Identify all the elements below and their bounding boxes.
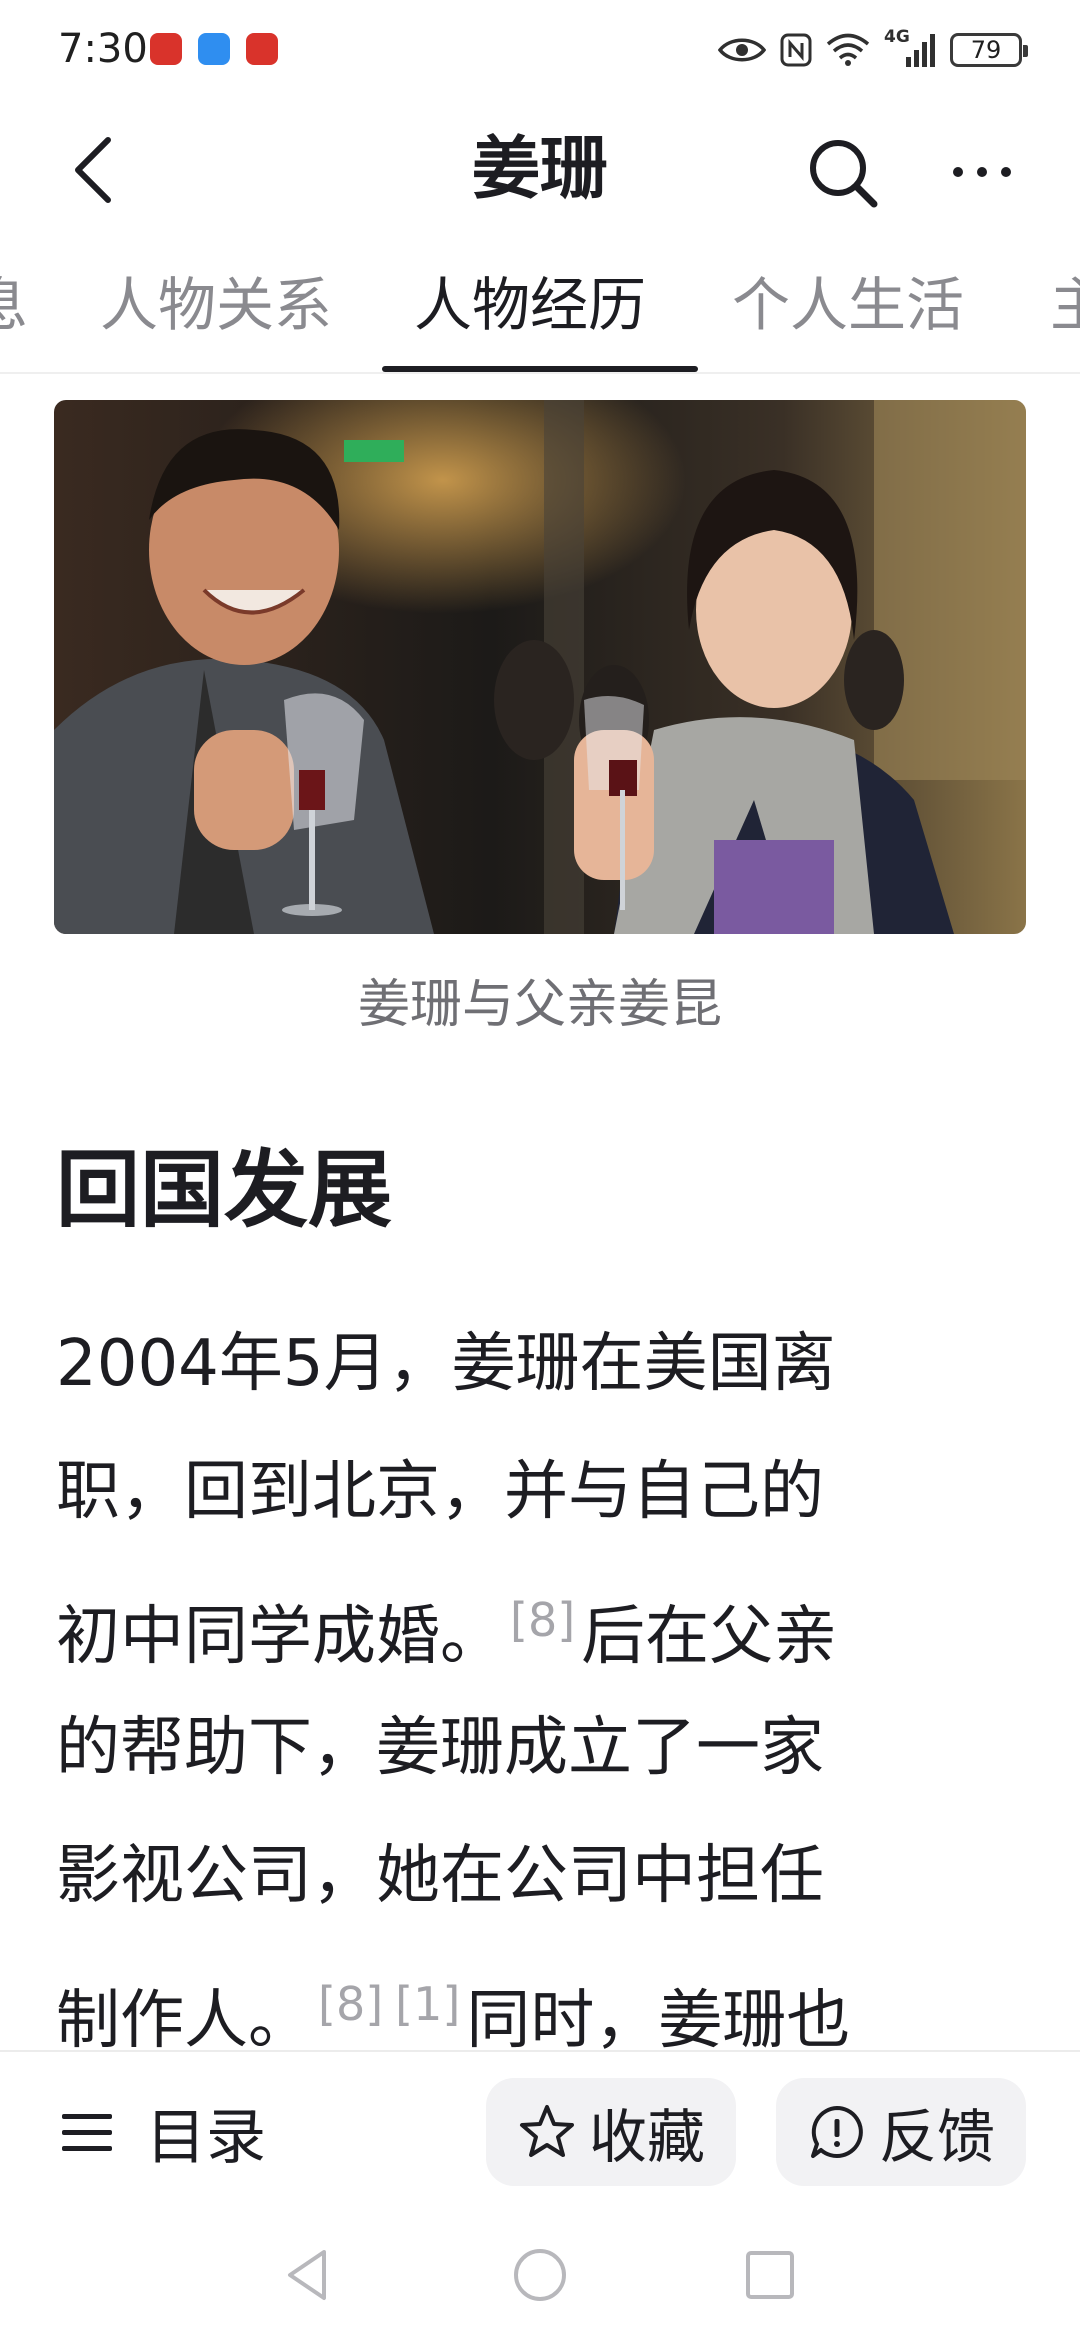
home-circle-icon[interactable]: [505, 2240, 575, 2310]
paragraph-line: 的帮助下，姜珊成立了一家: [56, 1711, 824, 1785]
nfc-icon: [780, 33, 812, 67]
status-bar: 7:30 4G 79: [0, 0, 1080, 100]
more-button[interactable]: [940, 130, 1024, 214]
paragraph-line: 初中同学成婚。 [8]后在父亲: [56, 1556, 1036, 1684]
paragraph-text: 初中同学成婚。: [56, 1600, 504, 1674]
search-button[interactable]: [800, 130, 884, 214]
wifi-icon: [826, 33, 870, 66]
back-arrow-icon: [75, 137, 111, 203]
photo-caption: 姜珊与父亲姜昆: [357, 975, 722, 1035]
paragraph-text: 制作人。: [56, 1984, 312, 2058]
tab-relationships[interactable]: 人物关系: [100, 268, 332, 342]
toc-button[interactable]: 目录: [60, 2082, 266, 2182]
paragraph-line: 制作人。 [8] [1]同时，姜珊也: [56, 1940, 1036, 2068]
battery-icon: 79: [950, 33, 1028, 67]
section-heading: 回国发展: [56, 1141, 393, 1239]
article-body: 2004年5月，姜珊在美国离 职，回到北京，并与自己的 初中同学成婚。 [8]后在…: [56, 1300, 1036, 2068]
battery-level: 79: [970, 36, 1002, 64]
menu-icon: [62, 2114, 112, 2151]
paragraph-line: 职，回到北京，并与自己的: [56, 1455, 824, 1529]
system-navigation-bar: [0, 2212, 1080, 2340]
paragraph-line: 影视公司，她在公司中担任: [56, 1839, 824, 1913]
feedback-button[interactable]: 反馈: [776, 2078, 1026, 2186]
section-tabs: 息 人物关系 人物经历 个人生活 主: [0, 250, 1080, 374]
tab-personal-life[interactable]: 个人生活: [732, 268, 964, 342]
back-triangle-icon[interactable]: [272, 2240, 342, 2310]
feedback-label: 反馈: [878, 2103, 995, 2171]
article-photo[interactable]: [54, 400, 1026, 934]
tab-major-works[interactable]: 主: [1050, 268, 1080, 342]
paragraph-text: 后在父亲: [581, 1600, 838, 1674]
app-screen: 7:30 4G 79 姜珊 人物关系 人物经历 个人生活 姜珊与父亲姜昆 回国发…: [0, 0, 1080, 2340]
more-icon: [953, 167, 1011, 177]
tab-basic-info[interactable]: 息: [0, 268, 28, 342]
star-icon: [519, 2105, 574, 2157]
status-time: 7:30: [58, 26, 148, 72]
active-tab-indicator: [382, 366, 698, 372]
status-icons: 4G 79: [718, 27, 1028, 72]
top-nav-bar: 姜珊: [0, 110, 1080, 230]
paragraph-line: 2004年5月，姜珊在美国离: [56, 1327, 836, 1401]
recents-square-icon[interactable]: [735, 2240, 805, 2310]
citation-link[interactable]: [8]: [318, 1977, 383, 2031]
signal-4g-icon: 4G: [884, 27, 936, 69]
huawei-icon: [150, 33, 182, 65]
favorite-label: 收藏: [588, 2103, 705, 2171]
eye-icon: [718, 38, 766, 62]
bottom-action-bar: 目录 收藏 反馈: [0, 2050, 1080, 2212]
tab-experience[interactable]: 人物经历: [414, 268, 646, 342]
search-icon: [810, 140, 878, 208]
back-button[interactable]: [58, 130, 138, 210]
citation-link[interactable]: [8]: [510, 1593, 575, 1647]
huawei-icon: [246, 33, 278, 65]
paragraph-text: 同时，姜珊也: [466, 1984, 851, 2058]
page-title: 姜珊: [471, 130, 608, 209]
app-icon: [198, 33, 230, 65]
favorite-button[interactable]: 收藏: [486, 2078, 736, 2186]
toc-label: 目录: [146, 2102, 266, 2173]
citation-link[interactable]: [1]: [395, 1977, 460, 2031]
feedback-icon: [810, 2106, 863, 2158]
